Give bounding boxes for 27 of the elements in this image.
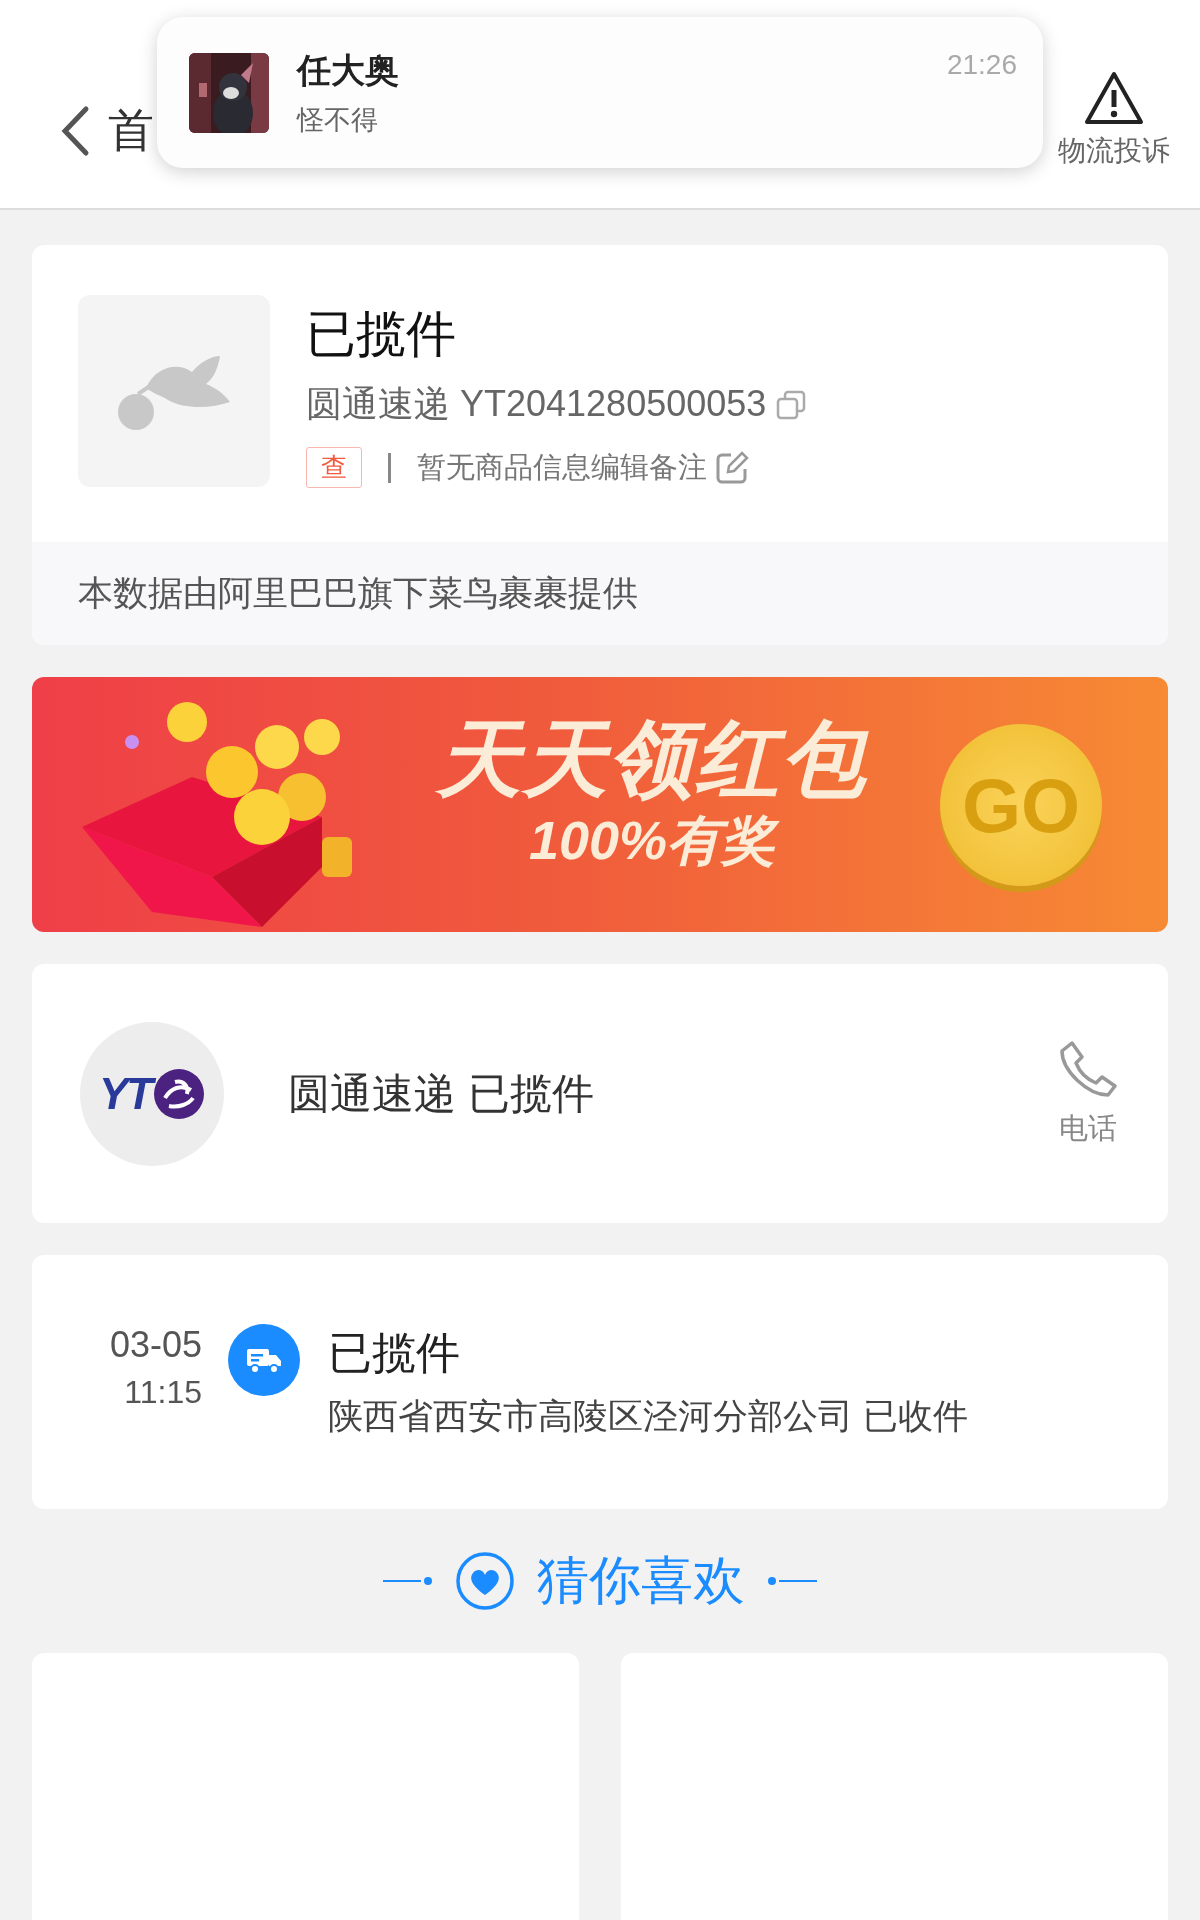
notification-time: 21:26: [946, 49, 1017, 81]
parcel-status: 已揽件: [306, 305, 457, 364]
phone-icon: [1058, 1038, 1118, 1099]
event-detail: 陕西省西安市高陵区泾河分部公司 已收件: [328, 1395, 968, 1437]
carrier-status: 圆通速递 已揽件: [288, 1068, 595, 1119]
warning-icon: [1083, 70, 1145, 126]
query-tag[interactable]: 查: [306, 447, 362, 488]
message-text: 怪不得: [297, 103, 378, 137]
event-title: 已揽件: [328, 1327, 461, 1379]
divider-dot-line: [383, 1576, 433, 1586]
note-text: 暂无商品信息编辑备注: [417, 449, 707, 485]
section-title: 猜你喜欢: [537, 1550, 745, 1611]
tracking-number: 圆通速递 YT2041280500053: [306, 382, 767, 426]
event-time: 11:15: [124, 1374, 202, 1411]
carrier-logo: YT: [80, 1021, 224, 1166]
divider-dot-line: [767, 1576, 817, 1586]
phone-button[interactable]: 电话: [1058, 1038, 1118, 1149]
back-icon: [60, 105, 90, 157]
data-source-text: 本数据由阿里巴巴旗下菜鸟裹裹提供: [32, 542, 1168, 645]
sender-name: 任大奥: [297, 49, 399, 91]
back-button[interactable]: 首: [60, 100, 154, 162]
edit-icon[interactable]: [715, 450, 749, 485]
event-date: 03-05: [109, 1324, 202, 1366]
notification-toast[interactable]: 任大奥 怪不得 21:26: [157, 17, 1043, 168]
complaint-button[interactable]: 物流投诉: [1058, 70, 1170, 170]
banner-title: 天天领红包: [437, 717, 867, 801]
copy-icon[interactable]: [776, 389, 807, 420]
